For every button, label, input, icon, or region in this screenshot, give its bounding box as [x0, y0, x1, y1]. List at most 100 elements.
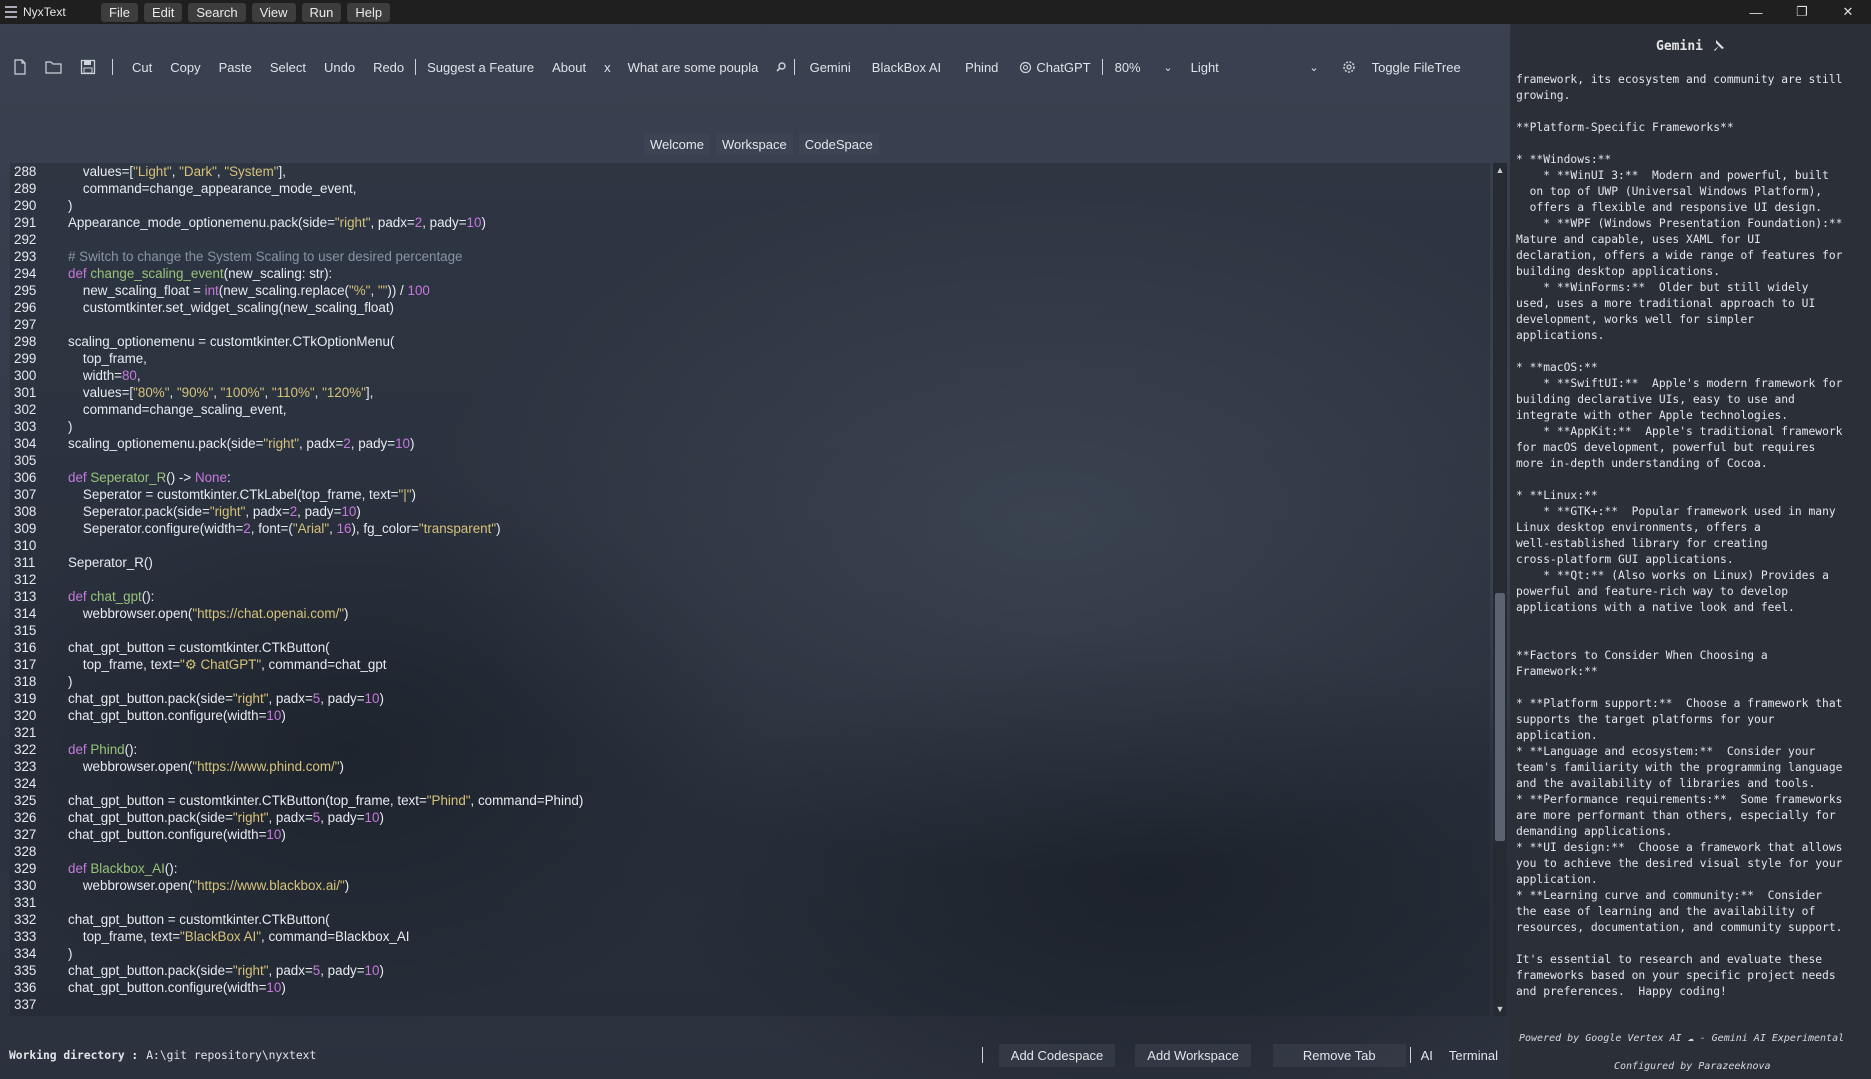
code-line[interactable]: 288 values=["Light", "Dark", "System"], — [10, 163, 1490, 180]
code-line[interactable]: 311 Seperator_R() — [10, 554, 1490, 571]
code-line[interactable]: 320 chat_gpt_button.configure(width=10) — [10, 707, 1490, 724]
suggest-feature-button[interactable]: Suggest a Feature — [418, 60, 543, 75]
openai-icon — [1020, 61, 1032, 73]
code-line[interactable]: 334) — [10, 945, 1490, 962]
phind-button[interactable]: Phind — [953, 60, 1010, 75]
code-editor[interactable]: 288 values=["Light", "Dark", "System"], 2… — [10, 163, 1507, 1016]
code-line[interactable]: 322 def Phind(): — [10, 741, 1490, 758]
code-line[interactable]: 313 def chat_gpt(): — [10, 588, 1490, 605]
menu-run[interactable]: Run — [301, 2, 342, 22]
undo-button[interactable]: Undo — [315, 60, 364, 75]
remove-tab-button[interactable]: Remove Tab — [1272, 1043, 1406, 1067]
code-line[interactable]: 300 width=80, — [10, 367, 1490, 384]
open-folder-icon[interactable] — [40, 53, 68, 81]
select-button[interactable]: Select — [261, 60, 315, 75]
minimize-button[interactable]: — — [1733, 0, 1779, 24]
code-line[interactable]: 319 chat_gpt_button.pack(side="right", pa… — [10, 690, 1490, 707]
tab-workspace[interactable]: Workspace — [715, 134, 793, 155]
code-line[interactable]: 291 Appearance_mode_optionemenu.pack(side… — [10, 214, 1490, 231]
code-line[interactable]: 303) — [10, 418, 1490, 435]
gemini-button[interactable]: Gemini — [801, 60, 860, 75]
code-line[interactable]: 335 chat_gpt_button.pack(side="right", pa… — [10, 962, 1490, 979]
tab-welcome[interactable]: Welcome — [644, 134, 710, 155]
code-line[interactable]: 294 def change_scaling_event(new_scaling:… — [10, 265, 1490, 282]
code-line[interactable]: 312 — [10, 571, 1490, 588]
code-line[interactable]: 306 def Seperator_R() -> None: — [10, 469, 1490, 486]
new-file-icon[interactable] — [6, 53, 34, 81]
code-line[interactable]: 316 chat_gpt_button = customtkinter.CTkBu… — [10, 639, 1490, 656]
line-number: 325 — [14, 793, 37, 808]
code-line[interactable]: 336 chat_gpt_button.configure(width=10) — [10, 979, 1490, 996]
code-line[interactable]: 295 new_scaling_float = int(new_scaling.… — [10, 282, 1490, 299]
blackbox-button[interactable]: BlackBox AI — [860, 60, 953, 75]
code-line[interactable]: 326 chat_gpt_button.pack(side="right", pa… — [10, 809, 1490, 826]
code-line[interactable]: 290) — [10, 197, 1490, 214]
menu-help[interactable]: Help — [347, 2, 391, 22]
scroll-up-arrow-icon[interactable]: ▲ — [1493, 163, 1507, 177]
code-line[interactable]: 324 — [10, 775, 1490, 792]
code-line[interactable]: 305 — [10, 452, 1490, 469]
code-line[interactable]: 309 Seperator.configure(width=2, font=("… — [10, 520, 1490, 537]
code-line[interactable]: 328 — [10, 843, 1490, 860]
code-line[interactable]: 314 webbrowser.open("https://chat.openai… — [10, 605, 1490, 622]
code-line[interactable]: 297 — [10, 316, 1490, 333]
copy-button[interactable]: Copy — [161, 60, 209, 75]
code-line[interactable]: 292 — [10, 231, 1490, 248]
fold-gutter[interactable] — [2, 163, 8, 1016]
scrollbar-thumb[interactable] — [1495, 593, 1505, 841]
code-line[interactable]: 329 def Blackbox_AI(): — [10, 860, 1490, 877]
pin-icon[interactable] — [1711, 39, 1725, 53]
code-line[interactable]: 310 — [10, 537, 1490, 554]
chatgpt-button[interactable]: ChatGPT — [1010, 60, 1099, 75]
add-codespace-button[interactable]: Add Codespace — [998, 1043, 1116, 1067]
settings-gear-icon[interactable] — [1335, 53, 1363, 81]
code-line[interactable]: 304 scaling_optionemenu.pack(side="right"… — [10, 435, 1490, 452]
ai-button[interactable]: AI — [1411, 1044, 1443, 1067]
menu-view[interactable]: View — [251, 2, 296, 22]
menu-edit[interactable]: Edit — [143, 2, 183, 22]
terminal-button[interactable]: Terminal — [1443, 1044, 1510, 1067]
cut-button[interactable]: Cut — [123, 60, 161, 75]
code-line[interactable]: 333 top_frame, text="BlackBox AI", comma… — [10, 928, 1490, 945]
code-line[interactable]: 332 chat_gpt_button = customtkinter.CTkBu… — [10, 911, 1490, 928]
code-line[interactable]: 317 top_frame, text="⚙ ChatGPT", command… — [10, 656, 1490, 673]
code-line[interactable]: 330 webbrowser.open("https://www.blackbo… — [10, 877, 1490, 894]
code-line[interactable]: 318) — [10, 673, 1490, 690]
code-line[interactable]: 298 scaling_optionemenu = customtkinter.C… — [10, 333, 1490, 350]
code-line[interactable]: 296 customtkinter.set_widget_scaling(new… — [10, 299, 1490, 316]
code-line[interactable]: 307 Seperator = customtkinter.CTkLabel(t… — [10, 486, 1490, 503]
search-icon[interactable] — [770, 53, 792, 81]
code-line[interactable]: 315 — [10, 622, 1490, 639]
code-line[interactable]: 323 webbrowser.open("https://www.phind.c… — [10, 758, 1490, 775]
add-workspace-button[interactable]: Add Workspace — [1135, 1043, 1251, 1067]
code-line[interactable]: 321 — [10, 724, 1490, 741]
zoom-select[interactable]: 80% ⌄ — [1109, 60, 1179, 75]
code-line[interactable]: 293 # Switch to change the System Scaling… — [10, 248, 1490, 265]
search-input[interactable]: What are some poupla — [620, 60, 770, 75]
code-line[interactable]: 299 top_frame, — [10, 350, 1490, 367]
toggle-filetree-button[interactable]: Toggle FileTree — [1363, 60, 1470, 75]
tab-codespace[interactable]: CodeSpace — [798, 134, 879, 155]
redo-button[interactable]: Redo — [364, 60, 413, 75]
scroll-down-arrow-icon[interactable]: ▼ — [1493, 1002, 1507, 1016]
code-line[interactable]: 331 — [10, 894, 1490, 911]
theme-select[interactable]: Light ⌄ — [1185, 60, 1325, 75]
gemini-response-text[interactable]: framework, its ecosystem and community a… — [1516, 72, 1868, 1032]
code-line[interactable]: 327 chat_gpt_button.configure(width=10) — [10, 826, 1490, 843]
code-line[interactable]: 308 Seperator.pack(side="right", padx=2,… — [10, 503, 1490, 520]
menu-search[interactable]: Search — [188, 2, 246, 22]
code-line[interactable]: 289 command=change_appearance_mode_event… — [10, 180, 1490, 197]
close-button[interactable]: ✕ — [1825, 0, 1871, 24]
save-icon[interactable] — [74, 53, 102, 81]
restore-button[interactable]: ❐ — [1779, 0, 1825, 24]
code-line[interactable]: 325 chat_gpt_button = customtkinter.CTkBu… — [10, 792, 1490, 809]
code-line[interactable]: 337 — [10, 996, 1490, 1013]
clear-search-button[interactable]: x — [595, 60, 620, 75]
app-menu-icon[interactable] — [5, 6, 17, 18]
paste-button[interactable]: Paste — [210, 60, 261, 75]
code-line[interactable]: 301 values=["80%", "90%", "100%", "110%"… — [10, 384, 1490, 401]
about-button[interactable]: About — [543, 60, 595, 75]
code-line[interactable]: 302 command=change_scaling_event, — [10, 401, 1490, 418]
editor-scrollbar[interactable]: ▲ ▼ — [1493, 163, 1507, 1016]
menu-file[interactable]: File — [101, 2, 138, 22]
